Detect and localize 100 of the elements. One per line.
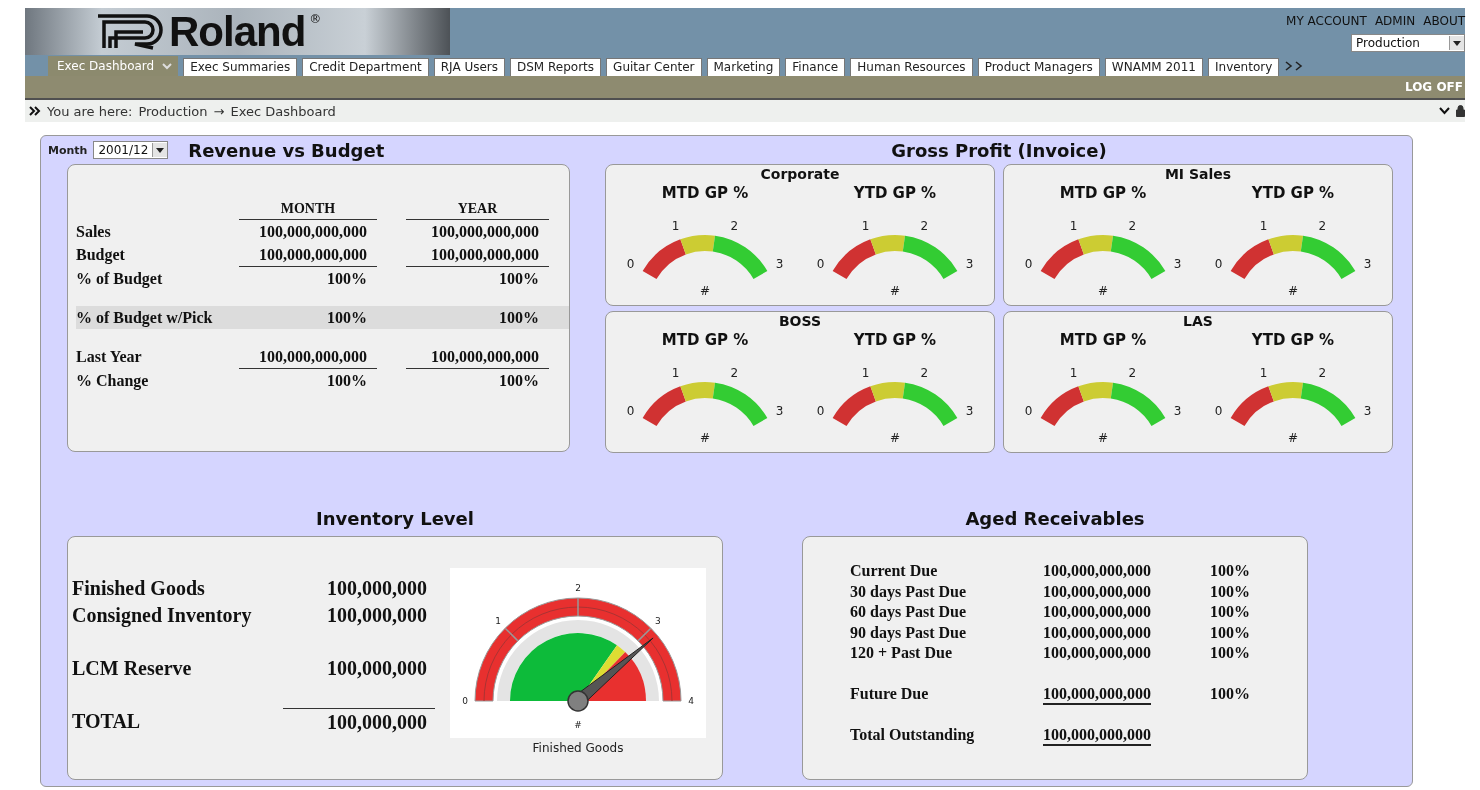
- row-label: 120 + Past Due: [850, 643, 953, 663]
- tick-label: 3: [1363, 404, 1372, 418]
- row-label: Sales: [76, 222, 112, 242]
- tick-label: 3: [775, 404, 784, 418]
- tick-label: 0: [1214, 257, 1223, 271]
- tick-label: 1: [671, 366, 680, 381]
- tab[interactable]: DSM Reports: [510, 58, 602, 76]
- tick-label: 0: [626, 257, 635, 271]
- table-value: 100,000,000,000: [1043, 643, 1151, 663]
- tab[interactable]: Finance: [785, 58, 846, 76]
- dropdown-arrow-icon: [1453, 40, 1461, 46]
- tick-label: 0: [462, 696, 468, 706]
- tick-label: 2: [920, 219, 929, 234]
- gauge-value: #: [889, 284, 901, 298]
- table-value: 100%: [1210, 602, 1251, 622]
- tab[interactable]: Exec Dashboard: [48, 56, 179, 76]
- table-value: 100,000,000,000: [258, 222, 368, 242]
- registered-mark: ®: [309, 12, 322, 26]
- table-value: 100,000,000: [326, 656, 428, 681]
- row-label: 30 days Past Due: [850, 581, 967, 602]
- row-label: % of Budget w/Pick: [76, 308, 214, 329]
- card-title: BOSS: [778, 312, 822, 330]
- month-select[interactable]: 2001/12: [93, 141, 169, 159]
- column-header: YEAR: [406, 199, 549, 220]
- lock-icon: [1456, 105, 1465, 117]
- gauge-title: MTD GP %: [1059, 330, 1147, 350]
- row-label: 60 days Past Due: [850, 602, 967, 623]
- table-value: 100,000,000,000: [406, 345, 549, 369]
- gauge-title: MTD GP %: [661, 183, 749, 203]
- column-header: MONTH: [239, 199, 377, 220]
- tick-label: 3: [1363, 257, 1372, 271]
- tick-label: 2: [730, 219, 739, 234]
- table-value: 100,000,000,000: [430, 222, 540, 242]
- tick-label: 3: [655, 616, 661, 627]
- tab[interactable]: Inventory: [1208, 58, 1280, 76]
- table-value: 100,000,000,000: [406, 243, 549, 267]
- total-value: 100,000,000: [283, 708, 435, 736]
- table-value: 100,000,000,000: [1043, 724, 1151, 746]
- site-select[interactable]: Production: [1351, 34, 1465, 52]
- tab[interactable]: Exec Summaries: [183, 58, 298, 76]
- table-value: 100%: [326, 371, 368, 391]
- tick-label: 2: [1318, 366, 1327, 381]
- tab[interactable]: RJA Users: [433, 58, 505, 76]
- gauge-caption: Finished Goods: [532, 741, 624, 755]
- row-label: 90 days Past Due: [850, 622, 967, 643]
- row-label: % Change: [76, 371, 150, 392]
- header-link[interactable]: ADMIN: [1374, 14, 1416, 28]
- tick-label: 1: [495, 616, 501, 627]
- header-link[interactable]: MY ACCOUNT: [1286, 14, 1367, 28]
- tick-label: 4: [688, 696, 694, 706]
- table-value: 100%: [1210, 643, 1251, 663]
- gauge-value: #: [1097, 284, 1109, 298]
- tick-label: 2: [1318, 219, 1327, 234]
- table-value: 100%: [1210, 561, 1251, 581]
- header-link[interactable]: ABOUT: [1423, 14, 1465, 28]
- table-value: 100,000,000,000: [1043, 622, 1151, 643]
- tick-label: 1: [1259, 219, 1268, 234]
- tab[interactable]: Guitar Center: [606, 58, 702, 76]
- breadcrumb-separator: →: [213, 103, 225, 119]
- breadcrumb-item[interactable]: Production: [138, 103, 208, 119]
- row-label: Current Due: [850, 561, 939, 581]
- tick-label: 1: [671, 219, 680, 234]
- tab[interactable]: Credit Department: [302, 58, 429, 76]
- table-value: 100,000,000,000: [1043, 602, 1151, 622]
- gauge-value: #: [889, 431, 901, 445]
- tick-label: 2: [1128, 366, 1137, 381]
- row-label: Finished Goods: [72, 576, 206, 601]
- card-title: MI Sales: [1164, 165, 1232, 183]
- tab[interactable]: Product Managers: [977, 58, 1100, 76]
- gauge-value: #: [1287, 431, 1299, 445]
- row-label: Consigned Inventory: [72, 603, 253, 629]
- month-label: Month: [48, 143, 88, 157]
- gauge-title: YTD GP %: [853, 183, 937, 203]
- row-label: Future Due: [850, 683, 930, 704]
- gauge-title: MTD GP %: [1059, 183, 1147, 203]
- tick-label: 1: [861, 366, 870, 381]
- tick-label: 0: [1024, 257, 1033, 271]
- tick-label: 0: [1214, 404, 1223, 418]
- table-value: 100,000,000: [326, 603, 428, 628]
- table-value: 100%: [498, 269, 540, 289]
- row-label: Last Year: [76, 347, 143, 367]
- gauge-value: #: [699, 431, 711, 445]
- table-value: 100%: [498, 308, 540, 328]
- section-title: Inventory Level: [316, 507, 474, 529]
- tick-label: 2: [1128, 219, 1137, 234]
- tab[interactable]: Human Resources: [850, 58, 973, 76]
- tick-label: 1: [861, 219, 870, 234]
- table-value: 100%: [1210, 581, 1251, 602]
- tab[interactable]: Marketing: [706, 58, 781, 76]
- logo-icon: [95, 12, 165, 51]
- table-value: 100,000,000,000: [1043, 683, 1151, 705]
- logo-text: Roland: [169, 9, 306, 54]
- card-title: LAS: [1183, 312, 1213, 330]
- table-value: 100%: [1210, 622, 1251, 643]
- gauge-title: YTD GP %: [1251, 183, 1335, 203]
- section-title: Gross Profit (Invoice): [891, 139, 1107, 161]
- tab[interactable]: WNAMM 2011: [1104, 58, 1203, 76]
- row-label: LCM Reserve: [72, 656, 193, 681]
- tick-label: 2: [730, 366, 739, 381]
- table-value: 100%: [326, 269, 368, 289]
